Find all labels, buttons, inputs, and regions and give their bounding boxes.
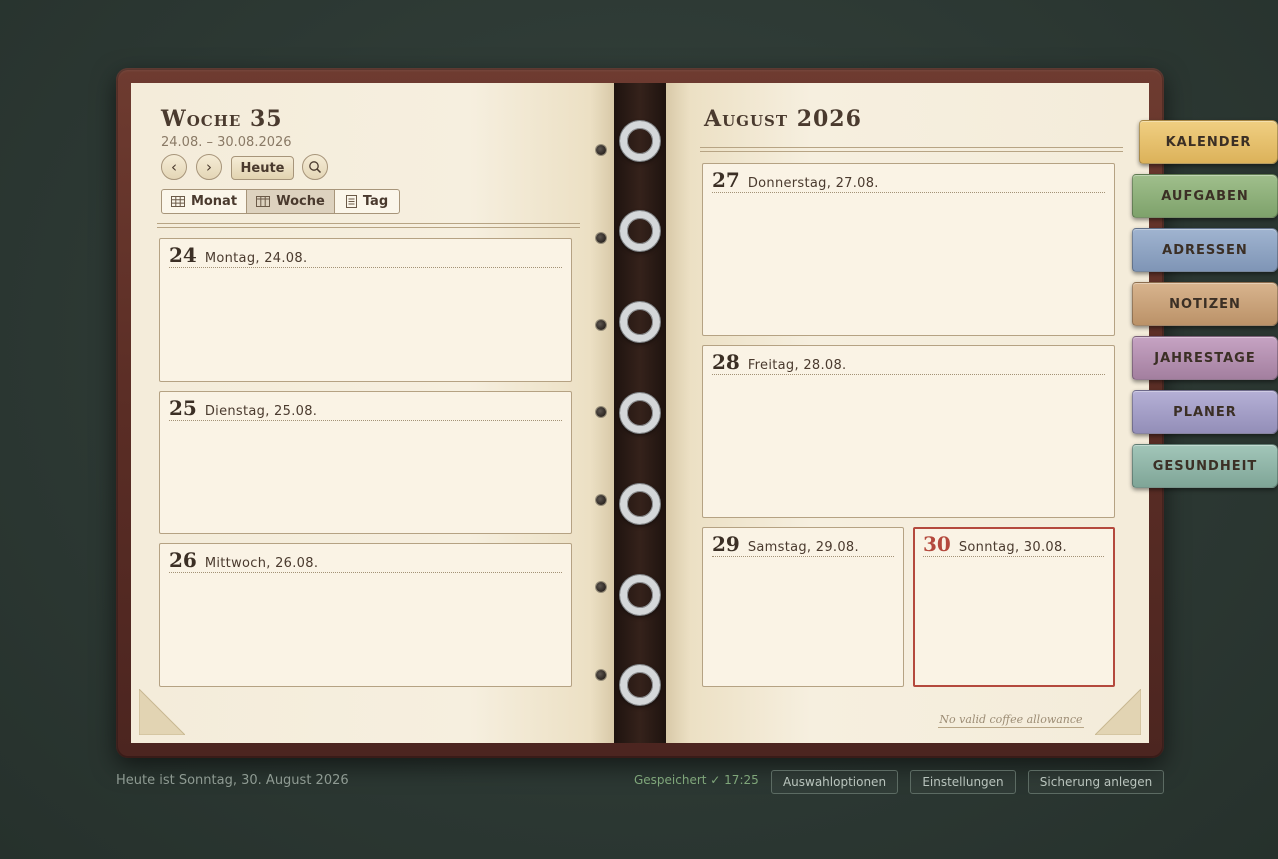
tab-label: PLANER	[1173, 404, 1237, 420]
day-number: 25	[169, 396, 197, 420]
day-number: 26	[169, 548, 197, 572]
binder-ring	[620, 302, 660, 342]
day-label: Mittwoch, 26.08.	[204, 556, 319, 571]
tab-label: ADRESSEN	[1162, 242, 1248, 258]
punch-hole	[596, 582, 606, 592]
week-title: Woche 35	[161, 106, 283, 132]
view-day-button[interactable]: Tag	[335, 190, 399, 213]
tab-label: JAHRESTAGE	[1154, 350, 1256, 366]
page-curl-left	[138, 687, 187, 736]
punch-hole	[596, 320, 606, 330]
tab-jahrestage[interactable]: JAHRESTAGE	[1132, 336, 1278, 380]
week-columns-icon	[256, 196, 271, 207]
binder-ring	[620, 665, 660, 705]
day-label: Samstag, 29.08.	[747, 540, 859, 555]
day-cell-saturday[interactable]: 29 Samstag, 29.08.	[702, 527, 904, 687]
punch-hole	[596, 495, 606, 505]
day-cell-monday[interactable]: 24 Montag, 24.08.	[159, 238, 572, 382]
day-label: Sonntag, 30.08.	[958, 540, 1067, 555]
today-button[interactable]: Heute	[231, 156, 294, 180]
today-status-text: Heute ist Sonntag, 30. August 2026	[116, 773, 349, 788]
settings-button[interactable]: Einstellungen	[910, 770, 1016, 794]
view-month-label: Monat	[190, 194, 238, 209]
day-label: Donnerstag, 27.08.	[747, 176, 879, 191]
binder-ring	[620, 211, 660, 251]
search-icon	[309, 161, 322, 174]
selection-options-button[interactable]: Auswahloptionen	[771, 770, 898, 794]
month-title: August 2026	[704, 106, 862, 132]
search-button[interactable]	[302, 154, 328, 180]
day-label: Montag, 24.08.	[204, 251, 308, 266]
day-number: 27	[712, 168, 740, 192]
prev-week-button[interactable]: ‹	[161, 154, 187, 180]
tab-gesundheit[interactable]: GESUNDHEIT	[1132, 444, 1278, 488]
tab-adressen[interactable]: ADRESSEN	[1132, 228, 1278, 272]
month-grid-icon	[170, 196, 185, 207]
punch-hole	[596, 670, 606, 680]
day-cell-wednesday[interactable]: 26 Mittwoch, 26.08.	[159, 543, 572, 687]
next-week-button[interactable]: ›	[196, 154, 222, 180]
coffee-allowance-note: No valid coffee allowance	[938, 713, 1084, 728]
punch-hole	[596, 145, 606, 155]
binder-ring	[620, 121, 660, 161]
right-header-divider	[700, 147, 1123, 152]
left-header-divider	[157, 223, 580, 228]
day-label: Dienstag, 25.08.	[204, 404, 318, 419]
tab-label: GESUNDHEIT	[1152, 458, 1258, 474]
tab-label: KALENDER	[1165, 134, 1252, 150]
view-month-button[interactable]: Monat	[162, 190, 247, 213]
view-week-button[interactable]: Woche	[247, 190, 335, 213]
day-cell-sunday-today[interactable]: 30 Sonntag, 30.08.	[913, 527, 1115, 687]
tab-label: NOTIZEN	[1169, 296, 1241, 312]
day-page-icon	[345, 195, 357, 208]
week-date-range: 24.08. – 30.08.2026	[161, 135, 292, 150]
binder-ring	[620, 575, 660, 615]
chevron-left-icon: ‹	[171, 157, 177, 176]
day-cell-thursday[interactable]: 27 Donnerstag, 27.08.	[702, 163, 1115, 336]
tab-kalender[interactable]: KALENDER	[1139, 120, 1278, 164]
create-backup-button[interactable]: Sicherung anlegen	[1028, 770, 1164, 794]
tab-label: AUFGABEN	[1161, 188, 1249, 204]
day-label: Freitag, 28.08.	[747, 358, 847, 373]
tab-aufgaben[interactable]: AUFGABEN	[1132, 174, 1278, 218]
day-number: 28	[712, 350, 740, 374]
view-week-label: Woche	[276, 194, 325, 209]
binder-ring	[620, 393, 660, 433]
view-switcher: Monat Woche Tag	[161, 189, 400, 214]
day-cell-friday[interactable]: 28 Freitag, 28.08.	[702, 345, 1115, 518]
day-cell-tuesday[interactable]: 25 Dienstag, 25.08.	[159, 391, 572, 534]
day-number: 30	[923, 532, 951, 556]
save-status: Gespeichert ✓ 17:25	[634, 773, 759, 787]
day-number: 29	[712, 532, 740, 556]
day-number: 24	[169, 243, 197, 267]
binder-ring	[620, 484, 660, 524]
punch-hole	[596, 407, 606, 417]
page-curl-right	[1093, 687, 1142, 736]
chevron-right-icon: ›	[206, 157, 212, 176]
view-day-label: Tag	[362, 194, 389, 209]
punch-hole	[596, 233, 606, 243]
tab-notizen[interactable]: NOTIZEN	[1132, 282, 1278, 326]
tab-planer[interactable]: PLANER	[1132, 390, 1278, 434]
